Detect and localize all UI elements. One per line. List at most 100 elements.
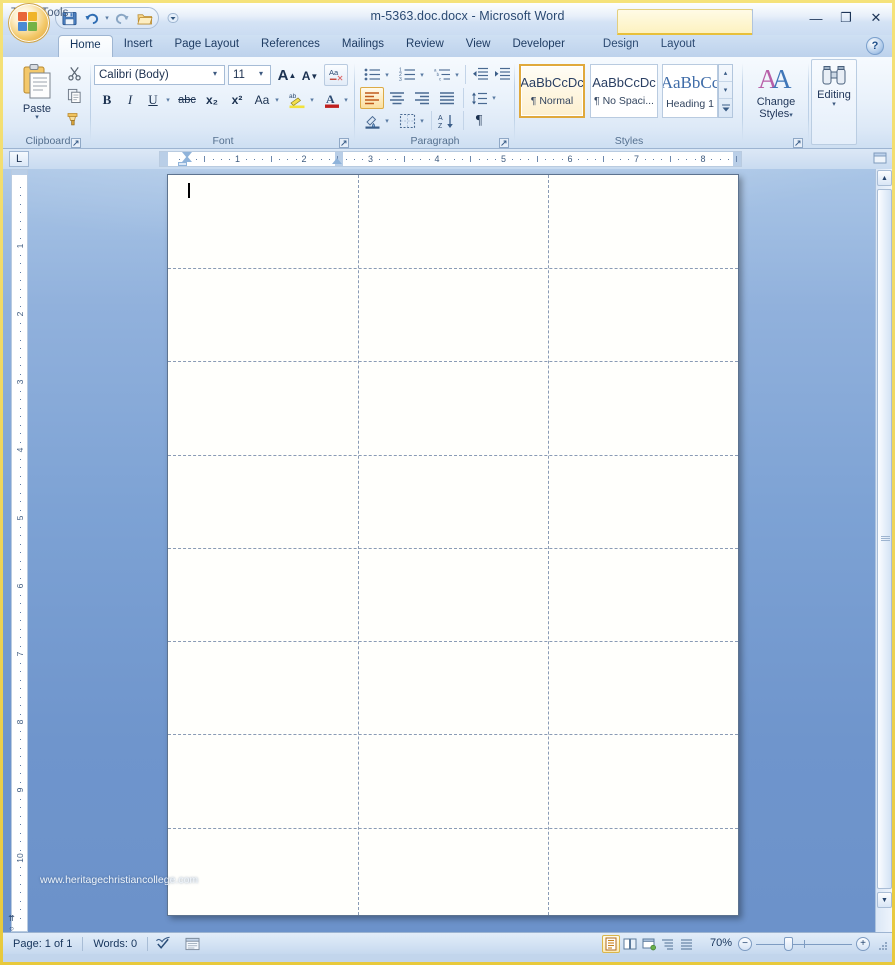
tab-home[interactable]: Home	[58, 35, 113, 57]
align-left-icon[interactable]	[360, 87, 384, 109]
show-formatting-marks-icon[interactable]: ¶	[467, 110, 491, 131]
outline-view-button[interactable]	[659, 935, 677, 953]
editing-button[interactable]: Editing ▾	[809, 65, 859, 108]
tab-mailings[interactable]: Mailings	[331, 35, 395, 57]
tab-review[interactable]: Review	[395, 35, 455, 57]
zoom-slider-thumb[interactable]	[784, 937, 793, 951]
underline-icon[interactable]: U	[142, 89, 164, 111]
print-layout-view-button[interactable]	[602, 935, 620, 953]
resize-grip[interactable]	[877, 940, 889, 952]
zoom-in-button[interactable]: +	[856, 937, 870, 951]
numbering-icon[interactable]: 123	[396, 64, 418, 84]
align-right-icon[interactable]	[410, 87, 434, 109]
close-button[interactable]: ✕	[866, 10, 886, 26]
scroll-up-button[interactable]: ▲	[877, 170, 892, 186]
tab-stop-selector[interactable]: L	[9, 151, 29, 167]
font-color-dropdown-icon[interactable]: ▾	[341, 92, 351, 108]
paragraph-dialog-launcher-icon[interactable]	[499, 135, 511, 148]
styles-more-button[interactable]	[719, 99, 732, 116]
vertical-scroll-thumb[interactable]	[877, 189, 892, 889]
label-table[interactable]	[168, 175, 738, 915]
tab-insert[interactable]: Insert	[113, 35, 164, 57]
numbering-dropdown-icon[interactable]: ▾	[417, 67, 427, 82]
tab-page-layout[interactable]: Page Layout	[163, 35, 250, 57]
tab-references[interactable]: References	[250, 35, 331, 57]
vertical-scrollbar[interactable]: ▲ ▼	[875, 169, 892, 932]
strikethrough-icon[interactable]: abc	[175, 89, 199, 111]
copy-icon[interactable]	[63, 85, 85, 106]
line-spacing-icon[interactable]	[467, 87, 491, 109]
grow-font-icon[interactable]: A ▲	[276, 65, 298, 85]
change-case-dropdown-icon[interactable]: ▾	[272, 92, 282, 108]
bold-icon[interactable]: B	[96, 89, 118, 111]
align-center-icon[interactable]	[385, 87, 409, 109]
bullets-icon[interactable]	[361, 64, 383, 84]
tab-view[interactable]: View	[455, 35, 502, 57]
restore-button[interactable]: ❐	[836, 10, 856, 26]
editing-dropdown-icon[interactable]: ▾	[832, 101, 836, 108]
horizontal-ruler[interactable]: 1 2 3 4 5 6 7 8	[159, 151, 742, 167]
zoom-slider[interactable]: − +	[738, 936, 870, 952]
text-highlight-color-icon[interactable]: ab	[285, 89, 309, 111]
document-page[interactable]	[167, 174, 739, 916]
page-indicator[interactable]: Page: 1 of 1	[3, 938, 82, 950]
web-layout-view-button[interactable]	[640, 935, 658, 953]
borders-icon[interactable]	[396, 110, 418, 131]
borders-dropdown-icon[interactable]: ▾	[417, 113, 427, 128]
clipboard-dialog-launcher-icon[interactable]	[71, 135, 83, 148]
left-indent-marker[interactable]	[178, 162, 187, 166]
clear-formatting-icon[interactable]: Aa	[324, 64, 348, 86]
shading-dropdown-icon[interactable]: ▾	[382, 113, 392, 128]
style-item-no-spacing[interactable]: AaBbCcDc ¶ No Spaci...	[590, 64, 658, 118]
shrink-font-icon[interactable]: A ▼	[299, 66, 321, 86]
scroll-down-button[interactable]: ▼	[877, 892, 892, 908]
change-case-icon[interactable]: Aa	[250, 89, 274, 111]
word-count-indicator[interactable]: Words: 0	[83, 938, 147, 950]
previous-page-button[interactable]: ⇈	[4, 911, 19, 925]
style-item-heading-1[interactable]: AaBbCс Heading 1	[662, 64, 718, 118]
select-browse-object-button[interactable]: ○	[4, 925, 19, 932]
sort-icon[interactable]: A Z	[435, 110, 459, 131]
change-styles-button[interactable]: A A Change Styles▾	[743, 62, 809, 122]
change-styles-dropdown-icon[interactable]: ▾	[789, 112, 793, 119]
vertical-ruler[interactable]: 1 2 3 4 5 6 7 8 9 10	[11, 169, 28, 932]
increase-indent-icon[interactable]	[491, 64, 513, 84]
tab-layout[interactable]: Layout	[650, 35, 707, 57]
underline-dropdown-icon[interactable]: ▾	[163, 92, 173, 108]
cut-icon[interactable]	[63, 63, 85, 84]
tab-developer[interactable]: Developer	[501, 35, 575, 57]
zoom-level-label[interactable]: 70%	[710, 937, 732, 949]
multilevel-dropdown-icon[interactable]: ▾	[452, 67, 462, 82]
language-icon[interactable]	[178, 937, 207, 951]
zoom-out-button[interactable]: −	[738, 937, 752, 951]
styles-dialog-launcher-icon[interactable]	[793, 135, 805, 148]
paste-dropdown-icon[interactable]: ▾	[35, 114, 39, 121]
vertical-ruler-dot	[20, 475, 21, 477]
superscript-icon[interactable]: x²	[225, 89, 249, 111]
paste-button[interactable]: Paste ▾	[13, 63, 61, 131]
help-icon[interactable]: ?	[866, 37, 884, 55]
subscript-icon[interactable]: x₂	[200, 89, 224, 111]
ruler-view-toggle-icon[interactable]	[872, 150, 890, 168]
shading-icon[interactable]	[361, 110, 383, 131]
justify-icon[interactable]	[435, 87, 459, 109]
font-name-input[interactable]: Calibri (Body)	[94, 65, 225, 85]
bullets-dropdown-icon[interactable]: ▾	[382, 67, 392, 82]
full-screen-reading-view-button[interactable]	[621, 935, 639, 953]
format-painter-icon[interactable]	[63, 107, 85, 128]
styles-scroll-down-button[interactable]: ▾	[719, 82, 732, 99]
multilevel-list-icon[interactable]: abc	[431, 64, 453, 84]
styles-scroll-up-button[interactable]: ▴	[719, 65, 732, 82]
italic-icon[interactable]: I	[119, 89, 141, 111]
decrease-indent-icon[interactable]	[469, 64, 491, 84]
spelling-check-icon[interactable]	[148, 936, 178, 951]
highlight-dropdown-icon[interactable]: ▾	[307, 92, 317, 108]
office-button[interactable]	[8, 3, 50, 43]
line-spacing-dropdown-icon[interactable]: ▾	[489, 90, 499, 105]
tab-design[interactable]: Design	[592, 35, 650, 57]
draft-view-button[interactable]	[678, 935, 696, 953]
font-dialog-launcher-icon[interactable]	[339, 135, 351, 148]
right-indent-marker[interactable]	[332, 158, 342, 164]
minimize-button[interactable]: —	[806, 10, 826, 26]
style-item-normal[interactable]: AaBbCcDc ¶ Normal	[519, 64, 585, 118]
